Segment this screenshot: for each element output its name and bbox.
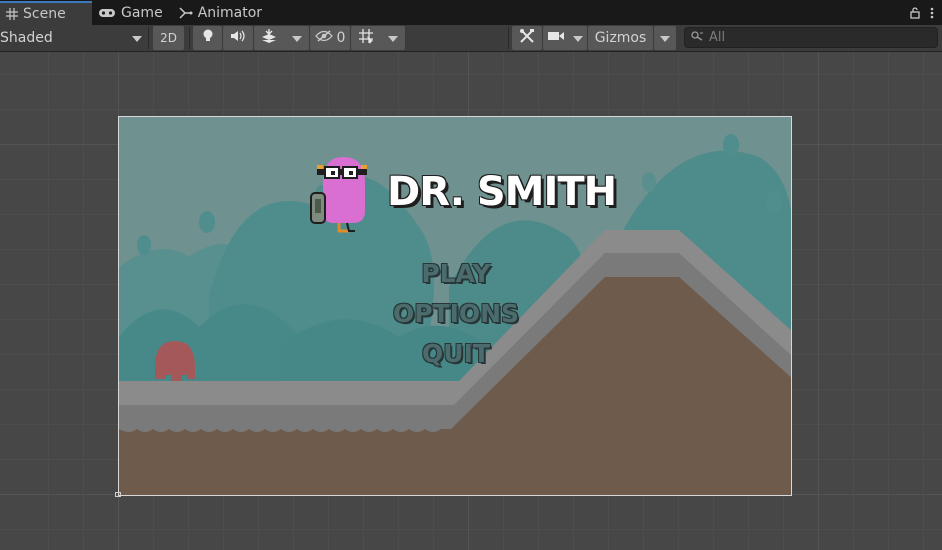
- effects-icon: [261, 29, 277, 47]
- chevron-down-icon: [388, 30, 398, 46]
- lock-icon[interactable]: [910, 4, 920, 23]
- gizmos-dropdown[interactable]: [654, 26, 676, 50]
- hidden-count: 0: [336, 30, 346, 46]
- shading-mode-dropdown[interactable]: Shaded: [0, 26, 146, 50]
- grid-snap-icon: [358, 28, 374, 48]
- menu-play[interactable]: PLAY: [119, 259, 791, 288]
- chevron-down-icon: [132, 30, 142, 46]
- chevron-down-icon: [573, 30, 583, 46]
- scene-camera-dropdown[interactable]: [543, 26, 587, 50]
- game-title: DR. SMITH: [387, 169, 617, 215]
- grid-icon: [6, 8, 18, 20]
- gamepad-icon: [98, 7, 116, 19]
- gizmos-toggle[interactable]: Gizmos: [588, 26, 653, 50]
- audio-toggle[interactable]: [223, 26, 253, 50]
- tab-game[interactable]: Game: [92, 1, 173, 25]
- tab-animator-label: Animator: [197, 5, 263, 21]
- more-options-icon[interactable]: [930, 4, 934, 23]
- chevron-down-icon: [660, 30, 670, 46]
- scene-toolbar: Shaded 2D 0 Gizmos All: [0, 25, 942, 52]
- search-icon: [691, 30, 703, 45]
- game-canvas[interactable]: DR. SMITH PLAY OPTIONS QUIT: [118, 116, 792, 496]
- camera-icon: [547, 30, 565, 46]
- toggle-2d-button[interactable]: 2D: [153, 26, 184, 50]
- scene-tools-button[interactable]: [512, 26, 542, 50]
- tools-icon: [519, 28, 535, 48]
- menu-quit[interactable]: QUIT: [119, 339, 791, 368]
- menu-options[interactable]: OPTIONS: [119, 299, 791, 328]
- tab-scene[interactable]: Scene: [0, 1, 92, 25]
- animator-icon: [179, 7, 193, 19]
- effects-dropdown[interactable]: [254, 26, 309, 50]
- lighting-toggle[interactable]: [193, 26, 222, 50]
- rect-transform-handle[interactable]: [115, 492, 121, 497]
- gizmos-label: Gizmos: [594, 30, 647, 46]
- hidden-eye-icon: [314, 30, 333, 46]
- chevron-down-icon: [291, 30, 302, 46]
- search-placeholder: All: [709, 30, 726, 45]
- tab-animator[interactable]: Animator: [173, 1, 272, 25]
- speaker-icon: [230, 30, 246, 46]
- grid-snapping-dropdown[interactable]: [351, 26, 405, 50]
- tab-scene-label: Scene: [23, 6, 66, 22]
- scene-search-field[interactable]: All: [684, 27, 938, 48]
- scene-visibility-toggle[interactable]: 0: [310, 26, 350, 50]
- lightbulb-icon: [203, 29, 213, 47]
- scene-viewport[interactable]: DR. SMITH PLAY OPTIONS QUIT: [0, 52, 942, 550]
- tab-game-label: Game: [121, 5, 163, 21]
- character-sprite: [310, 157, 367, 233]
- shading-mode-label: Shaded: [0, 30, 53, 46]
- toggle-2d-label: 2D: [160, 31, 177, 45]
- window-tab-bar: Scene Game Animator: [0, 0, 942, 25]
